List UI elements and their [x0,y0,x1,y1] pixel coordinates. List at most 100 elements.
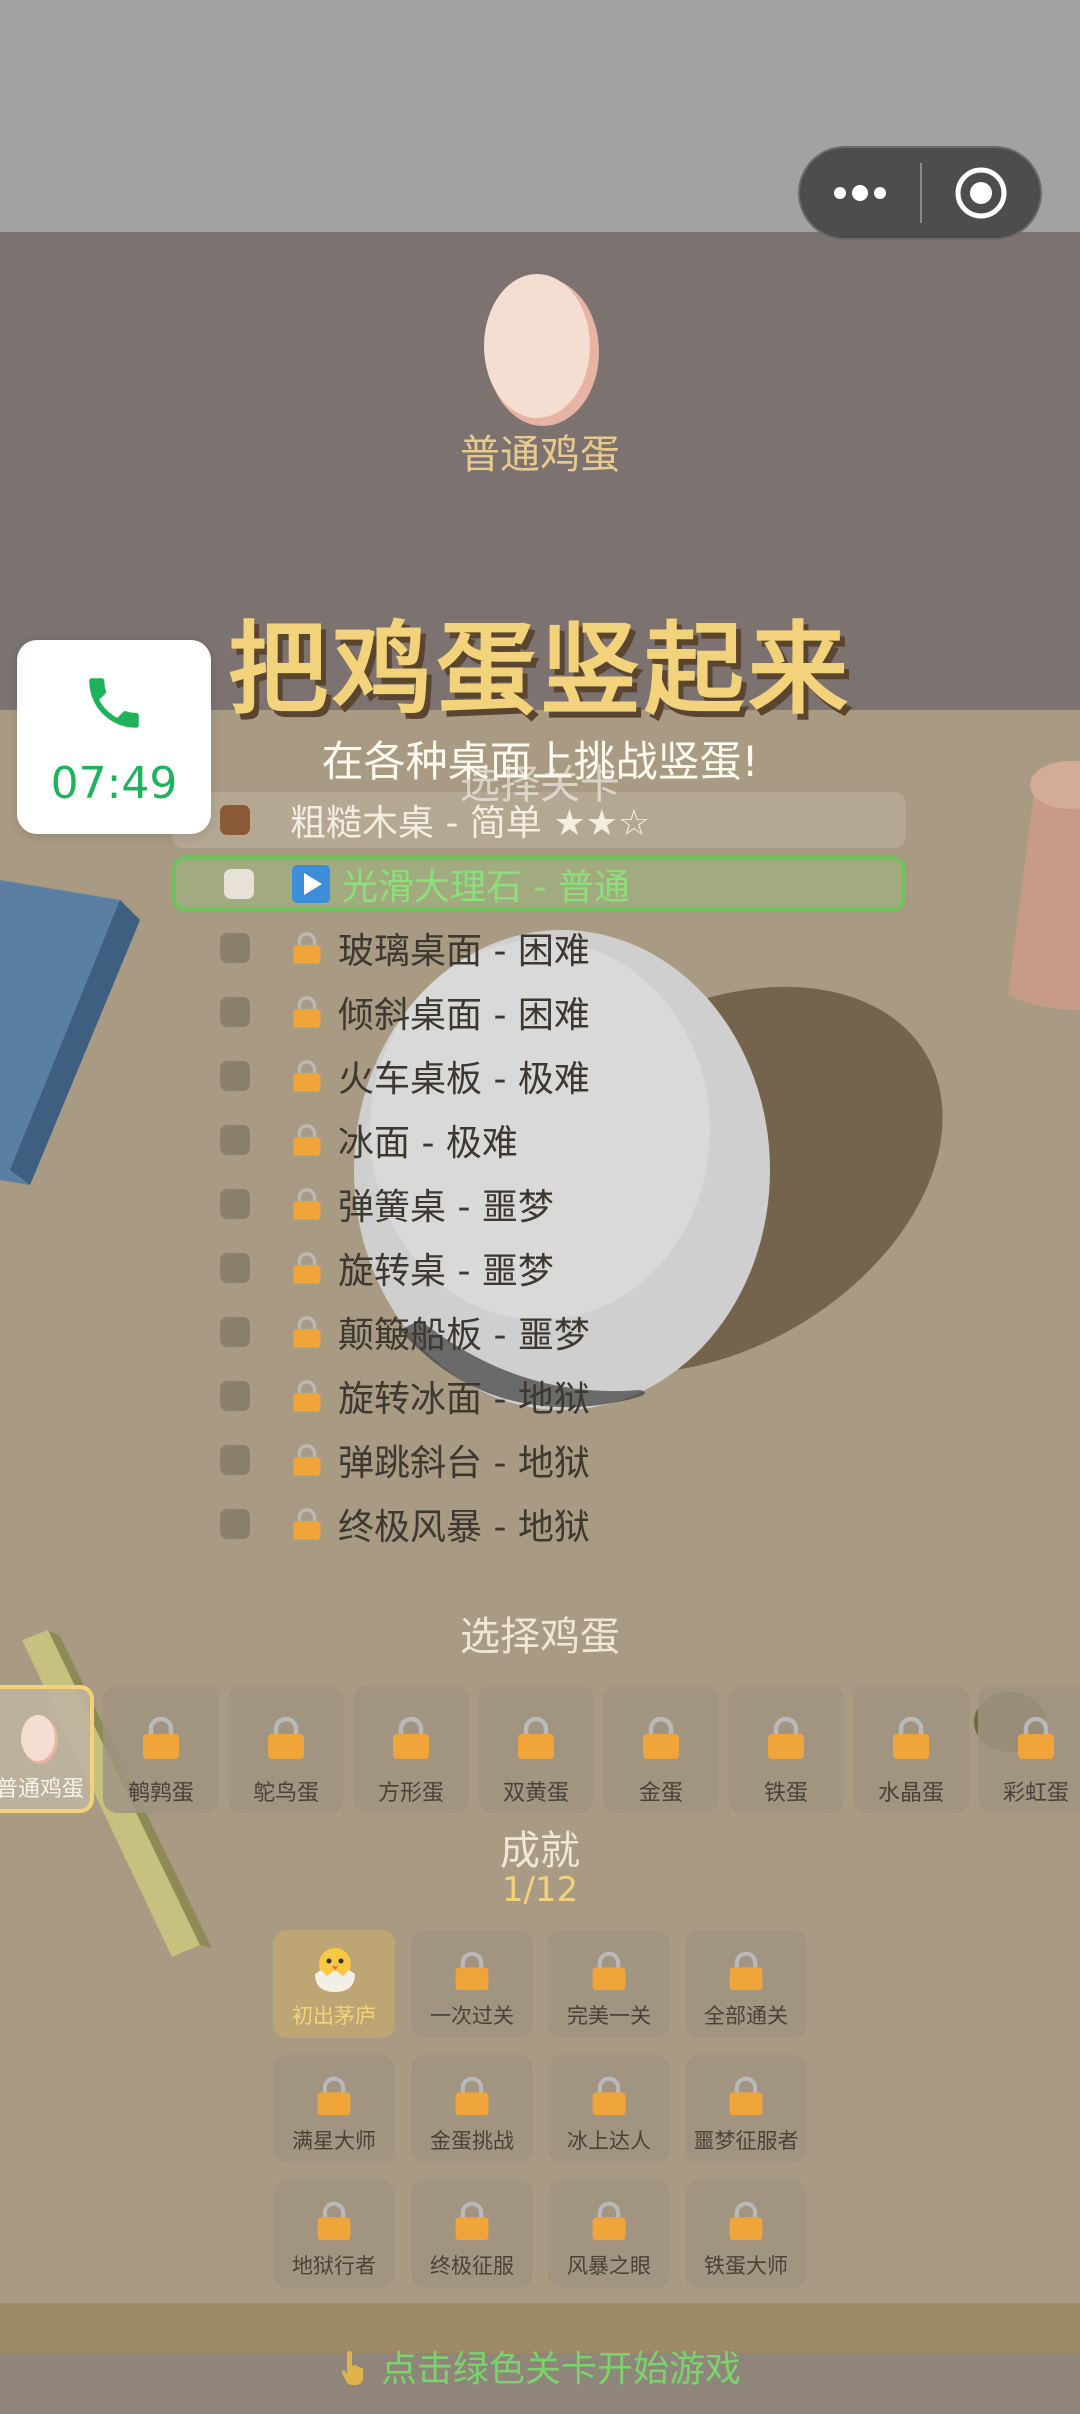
level-status-box [220,1317,250,1347]
achievement-badge[interactable]: 冰上达人 [548,2055,670,2163]
achievement-name: 一次过关 [430,2004,514,2028]
tap-hand-icon [339,2347,373,2396]
level-item[interactable]: 颠簸船板 - 噩梦 [172,1304,906,1360]
level-item[interactable]: 弹簧桌 - 噩梦 [172,1176,906,1232]
egg-option[interactable]: 方形蛋 [353,1685,469,1813]
lock-icon [592,2201,626,2241]
achievement-badge[interactable]: 满星大师 [273,2055,395,2163]
level-item[interactable]: 终极风暴 - 地狱 [172,1496,906,1552]
level-status-box [220,1509,250,1539]
lock-icon [293,1252,321,1284]
level-label: 玻璃桌面 - 困难 [338,931,590,972]
level-status-box [220,933,250,963]
achievement-name: 风暴之眼 [567,2254,651,2278]
capsule-menu [798,146,1042,240]
level-status-box [220,805,250,835]
lock-icon [293,1380,321,1412]
egg-option[interactable]: 鹌鹑蛋 [103,1685,219,1813]
level-status-box [220,1381,250,1411]
egg-option[interactable]: 鸵鸟蛋 [228,1685,344,1813]
level-status-box [220,997,250,1027]
lock-icon [455,2076,489,2116]
level-label: 颠簸船板 - 噩梦 [338,1315,590,1356]
subtitle: 在各种桌面上挑战竖蛋! [321,737,759,786]
achievement-name: 铁蛋大师 [704,2254,788,2278]
achievement-badge[interactable]: 完美一关 [548,1930,670,2038]
lock-icon [455,2201,489,2241]
start-hint: 点击绿色关卡开始游戏 [0,2340,1080,2396]
achievement-badge[interactable]: 地狱行者 [273,2180,395,2288]
lock-icon [643,1716,679,1759]
lock-icon [768,1716,804,1759]
lock-icon [592,2076,626,2116]
egg-option[interactable]: 铁蛋 [728,1685,844,1813]
egg-option[interactable]: 金蛋 [603,1685,719,1813]
level-status-box [220,1445,250,1475]
play-icon [292,865,330,903]
egg-option[interactable]: 水晶蛋 [853,1685,969,1813]
level-item[interactable]: 旋转桌 - 噩梦 [172,1240,906,1296]
level-label: 火车桌板 - 极难 [338,1059,590,1100]
lock-icon [143,1716,179,1759]
close-button[interactable] [922,148,1040,238]
achievement-badge[interactable]: 金蛋挑战 [411,2055,533,2163]
level-label: 倾斜桌面 - 困难 [338,995,590,1036]
lock-icon [293,1124,321,1156]
level-item[interactable]: 光滑大理石 - 普通 [172,856,906,912]
achievement-name: 金蛋挑战 [430,2129,514,2153]
lock-icon [729,2201,763,2241]
achievement-badge[interactable]: 噩梦征服者 [685,2055,807,2163]
achievement-name: 完美一关 [567,2004,651,2028]
lock-icon [317,2076,351,2116]
lock-icon [518,1716,554,1759]
lock-icon [455,1951,489,1991]
level-label: 弹跳斜台 - 地狱 [338,1443,590,1484]
achievement-section-title: 成就 [500,1828,580,1874]
level-item[interactable]: 倾斜桌面 - 困难 [172,984,906,1040]
lock-icon [293,1316,321,1348]
egg-name: 彩虹蛋 [1002,1781,1069,1806]
lock-icon [592,1951,626,1991]
level-item[interactable]: 粗糙木桌 - 简单 ★★☆ [172,792,906,848]
level-item[interactable]: 玻璃桌面 - 困难 [172,920,906,976]
level-label: 弹簧桌 - 噩梦 [338,1187,554,1228]
level-item[interactable]: 冰面 - 极难 [172,1112,906,1168]
level-item[interactable]: 旋转冰面 - 地狱 [172,1368,906,1424]
achievement-name: 全部通关 [704,2004,788,2028]
achievement-badge[interactable]: 终极征服 [411,2180,533,2288]
level-label: 粗糙木桌 - 简单 ★★☆ [290,803,651,844]
lock-icon [293,1444,321,1476]
level-status-box [220,1061,250,1091]
egg-icon [21,1715,58,1764]
achievement-name: 地狱行者 [292,2254,376,2278]
level-label: 终极风暴 - 地狱 [338,1507,590,1548]
achievement-name: 噩梦征服者 [693,2129,799,2153]
lock-icon [317,2201,351,2241]
egg-option[interactable]: 普通鸡蛋 [0,1685,94,1813]
level-status-box [220,1253,250,1283]
achievement-name: 终极征服 [430,2254,514,2278]
lock-icon [729,1951,763,1991]
achievement-badge[interactable]: 初出茅庐 [273,1930,395,2038]
level-label: 光滑大理石 - 普通 [342,867,630,908]
level-status-box [220,1189,250,1219]
lock-icon [293,996,321,1028]
achievement-badge[interactable]: 一次过关 [411,1930,533,2038]
phone-icon [89,678,139,728]
egg-option[interactable]: 彩虹蛋 [978,1685,1080,1813]
hero-egg-name: 普通鸡蛋 [460,432,620,478]
hero-egg-icon [484,274,599,426]
lock-icon [393,1716,429,1759]
achievement-badge[interactable]: 全部通关 [685,1930,807,2038]
egg-option[interactable]: 双黄蛋 [478,1685,594,1813]
achievement-count: 1/12 [501,1870,579,1910]
level-status-box [220,1125,250,1155]
achievement-badge[interactable]: 风暴之眼 [548,2180,670,2288]
lock-icon [293,932,321,964]
level-item[interactable]: 弹跳斜台 - 地狱 [172,1432,906,1488]
more-button[interactable] [800,148,920,238]
achievement-badge[interactable]: 铁蛋大师 [685,2180,807,2288]
level-status-box [224,869,254,899]
level-item[interactable]: 火车桌板 - 极难 [172,1048,906,1104]
achievement-name: 满星大师 [292,2129,376,2153]
